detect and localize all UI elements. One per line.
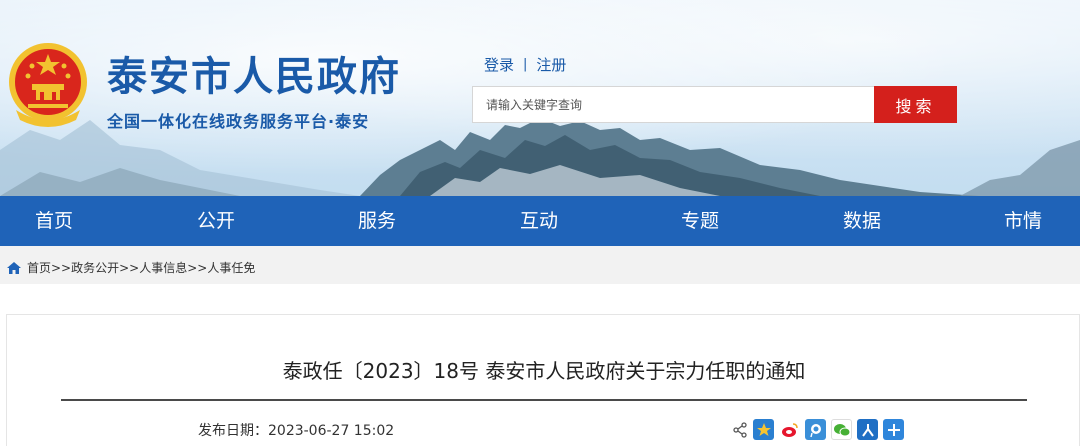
nav-item-public[interactable]: 公开 [197, 196, 235, 246]
site-title: 泰安市人民政府 [107, 54, 401, 100]
national-emblem-icon [9, 43, 87, 127]
auth-links: 登录 | 注册 [484, 54, 566, 75]
search-box [472, 86, 875, 123]
auth-separator: | [523, 57, 528, 72]
nav-item-service[interactable]: 服务 [358, 196, 396, 246]
publish-date: 发布日期：2023-06-27 15:02 [198, 423, 395, 439]
share-icon[interactable] [732, 421, 748, 438]
qzone-icon[interactable] [753, 419, 774, 440]
home-icon[interactable] [7, 261, 21, 274]
article-panel: 泰政任〔2023〕18号 泰安市人民政府关于宗力任职的通知 发布日期：2023-… [6, 314, 1080, 446]
nav-item-data[interactable]: 数据 [843, 196, 881, 246]
weibo-icon[interactable] [779, 419, 800, 440]
nav-item-topics[interactable]: 专题 [681, 196, 719, 246]
nav-item-home[interactable]: 首页 [35, 196, 73, 246]
wechat-icon[interactable] [831, 419, 852, 440]
nav-item-city-info[interactable]: 市情 [1004, 196, 1042, 246]
breadcrumb-text[interactable]: 首页>>政务公开>>人事信息>>人事任免 [27, 259, 255, 276]
breadcrumb: 首页>>政务公开>>人事信息>>人事任免 [7, 259, 255, 276]
site-subtitle: 全国一体化在线政务服务平台·泰安 [107, 112, 370, 131]
register-link[interactable]: 注册 [536, 54, 566, 75]
tencent-weibo-icon[interactable] [805, 419, 826, 440]
search-button[interactable]: 搜索 [874, 86, 957, 123]
login-link[interactable]: 登录 [484, 54, 514, 75]
main-nav: 首页 公开 服务 互动 专题 数据 市情 [0, 196, 1080, 246]
nav-item-interaction[interactable]: 互动 [520, 196, 558, 246]
article-title: 泰政任〔2023〕18号 泰安市人民政府关于宗力任职的通知 [282, 359, 806, 383]
search-input[interactable] [473, 87, 874, 122]
renren-icon[interactable] [857, 419, 878, 440]
title-divider [61, 399, 1027, 401]
more-icon[interactable] [883, 419, 904, 440]
breadcrumb-bar: 首页>>政务公开>>人事信息>>人事任免 [0, 246, 1080, 284]
share-bar [732, 419, 904, 440]
